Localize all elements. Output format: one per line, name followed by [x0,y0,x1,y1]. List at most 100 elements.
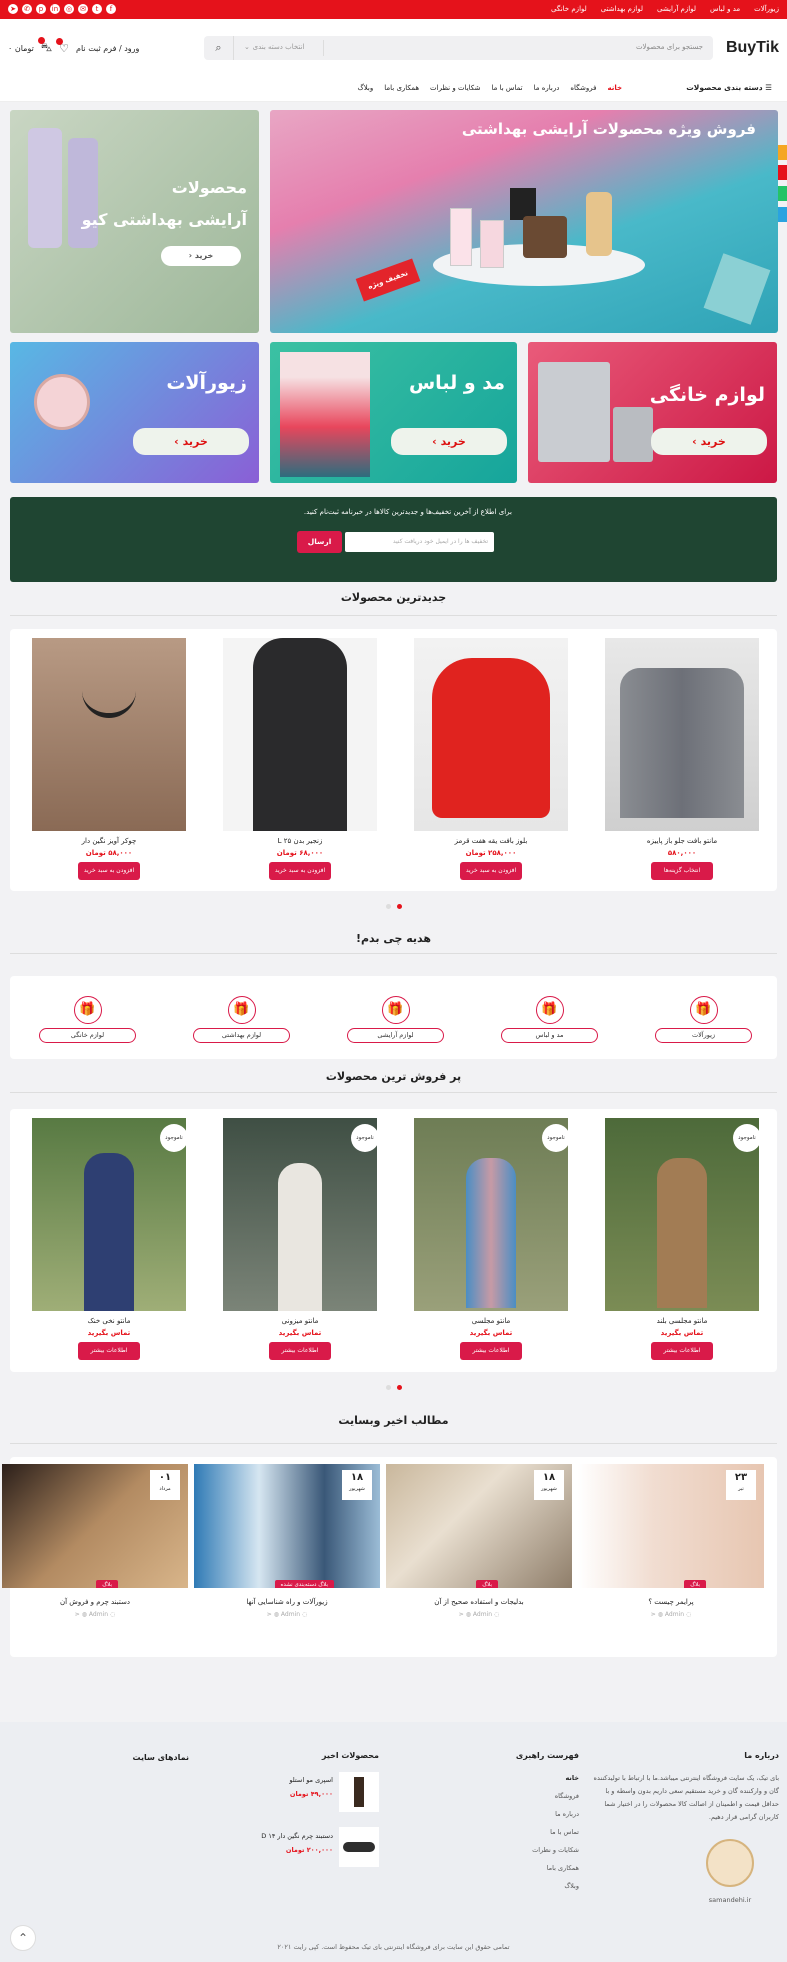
carousel-dot-active[interactable] [396,904,402,909]
twitter-icon[interactable]: t [92,4,102,14]
comments-icon[interactable]: ◍ [82,1611,87,1618]
main-banner[interactable]: فروش ویژه محصولات آرایشی بهداشتی تخفیف و… [270,110,778,333]
gift-category[interactable]: 🎁 لوازم بهداشتی [193,996,290,1043]
home-appliances-banner[interactable]: لوازم خانگی خرید › [528,342,777,483]
product-name[interactable]: مانتو میزونی [223,1317,377,1325]
blog-post-image[interactable]: ۱۸ شهریور بلاگ دسته‌بندی نشده [194,1464,380,1588]
product-card[interactable]: ناموجود مانتو میزونی تماس بگیرید اطلاعات… [223,1118,377,1360]
nav-item-shop[interactable]: فروشگاه [570,84,596,92]
more-info-button[interactable]: اطلاعات بیشتر [460,1342,522,1360]
product-card[interactable]: چوکر آویز نگین دار ۵۸,۰۰۰ تومان افزودن ب… [32,638,186,880]
blog-post-image[interactable]: ۱۸ شهریور بلاگ [386,1464,572,1588]
product-card[interactable]: ناموجود مانتو مجلسی تماس بگیرید اطلاعات … [414,1118,568,1360]
gift-category[interactable]: 🎁 زیورآلات [655,996,752,1043]
whatsapp-icon[interactable]: ✆ [22,4,32,14]
post-title[interactable]: بدلیجات و استفاده صحیح از آن [386,1598,572,1606]
email-icon[interactable]: ✉ [78,4,88,14]
footer-link[interactable]: شکایات و نظرات [532,1846,579,1854]
nav-item-contact[interactable]: تماس با ما [492,84,523,92]
home-buy-button[interactable]: خرید › [651,428,767,455]
post-category-tag[interactable]: بلاگ [684,1580,706,1588]
blog-post-card[interactable]: ۱۸ شهریور بلاگ دسته‌بندی نشده زیورآلات و … [194,1464,380,1618]
scroll-to-top-button[interactable]: ⌃ [10,1925,36,1951]
post-author[interactable]: Admin [89,1611,108,1618]
category-select[interactable]: انتخاب دسته بندی ⌄ [240,40,324,56]
jewelry-banner[interactable]: زیورآلات خرید › [10,342,259,483]
gift-category-label[interactable]: لوازم بهداشتی [193,1028,290,1043]
footer-product-name[interactable]: اسپری مو استلو [289,1776,333,1784]
top-link[interactable]: لوازم بهداشتی [601,5,643,13]
product-name[interactable]: مانتو مجلسی بلند [605,1317,759,1325]
comments-icon[interactable]: ◍ [466,1611,471,1618]
product-image[interactable] [414,638,568,831]
blog-post-card[interactable]: ۱۸ شهریور بلاگ بدلیجات و استفاده صحیح از … [386,1464,572,1618]
gift-category[interactable]: 🎁 مد و لباس [501,996,598,1043]
gift-category[interactable]: 🎁 لوازم خانگی [39,996,136,1043]
post-author[interactable]: Admin [281,1611,300,1618]
product-image[interactable] [223,638,377,831]
wishlist-icon[interactable]: ♡ [56,38,69,55]
product-name[interactable]: چوکر آویز نگین دار [32,837,186,845]
gift-category-label[interactable]: لوازم خانگی [39,1028,136,1043]
newsletter-submit-button[interactable]: ارسال [297,531,342,553]
footer-link[interactable]: درباره ما [532,1810,579,1818]
footer-link[interactable]: فروشگاه [532,1792,579,1800]
carousel-dot[interactable] [385,904,391,909]
post-title[interactable]: پرایمر چیست ؟ [578,1598,764,1606]
cart-total[interactable]: ۰ تومان [8,44,34,53]
top-link[interactable]: لوازم خانگی [551,5,587,13]
product-card[interactable]: بلوز بافت یقه هفت قرمز ۲۵۸,۰۰۰ تومان افز… [414,638,568,880]
post-author[interactable]: Admin [473,1611,492,1618]
product-card[interactable]: ناموجود مانتو مجلسی بلند تماس بگیرید اطل… [605,1118,759,1360]
product-image[interactable]: ناموجود [605,1118,759,1311]
post-author[interactable]: Admin [665,1611,684,1618]
login-register-link[interactable]: ورود / فرم ثبت نام [76,44,139,53]
pinterest-icon[interactable]: p [36,4,46,14]
select-options-button[interactable]: انتخاب گزینه‌ها [651,862,713,880]
nav-item-blog[interactable]: وبلاگ [357,84,373,92]
product-card[interactable]: مانتو بافت جلو باز پاییزه ۵۸۰,۰۰۰ انتخاب… [605,638,759,880]
categories-menu[interactable]: ☰ دسته بندی محصولات [686,83,772,92]
nav-item-about[interactable]: درباره ما [534,84,560,92]
kyo-banner[interactable]: محصولات آرایشی بهداشتی کیو خرید ‹ [10,110,259,333]
product-name[interactable]: مانتو مجلسی [414,1317,568,1325]
site-logo[interactable]: BuyTik [726,39,779,57]
nav-item-cooperation[interactable]: همکاری باما [384,84,419,92]
product-image[interactable]: ناموجود [32,1118,186,1311]
gift-category-label[interactable]: مد و لباس [501,1028,598,1043]
more-info-button[interactable]: اطلاعات بیشتر [269,1342,331,1360]
cart-icon[interactable]: ⛍ [37,37,52,56]
samandehi-badge[interactable] [706,1839,754,1887]
top-link[interactable]: مد و لباس [710,5,740,13]
kyo-buy-button[interactable]: خرید ‹ [161,246,241,266]
fashion-banner[interactable]: مد و لباس خرید › [270,342,517,483]
product-image[interactable]: ناموجود [223,1118,377,1311]
product-name[interactable]: مانتو نخی خنک [32,1317,186,1325]
newsletter-email-input[interactable]: تخفیف ها را در ایمیل خود دریافت کنید [345,532,494,552]
share-icon[interactable]: ⋖ [267,1611,272,1618]
nav-item-home[interactable]: خانه [607,84,622,92]
product-image[interactable] [32,638,186,831]
share-icon[interactable]: ⋖ [651,1611,656,1618]
blog-post-image[interactable]: ۲۳ تیر بلاگ [578,1464,764,1588]
top-link[interactable]: لوازم آرایشی [657,5,696,13]
carousel-dot[interactable] [385,1385,391,1390]
post-title[interactable]: دستبند چرم و فروش آن [2,1598,188,1606]
gift-category-label[interactable]: زیورآلات [655,1028,752,1043]
product-name[interactable]: بلوز بافت یقه هفت قرمز [414,837,568,845]
more-info-button[interactable]: اطلاعات بیشتر [651,1342,713,1360]
post-category-tag[interactable]: بلاگ [96,1580,118,1588]
footer-product-name[interactable]: دستبند چرم نگین دار D ۱۴ [261,1832,333,1840]
post-category-tag[interactable]: بلاگ [476,1580,498,1588]
footer-link[interactable]: وبلاگ [532,1882,579,1890]
search-input[interactable]: جستجو برای محصولات [636,43,703,51]
comments-icon[interactable]: ◍ [274,1611,279,1618]
jewelry-buy-button[interactable]: خرید › [133,428,249,455]
blog-post-image[interactable]: ۰۱ مرداد بلاگ [2,1464,188,1588]
product-image[interactable] [605,638,759,831]
footer-link[interactable]: خانه [532,1774,579,1782]
gift-category-label[interactable]: لوازم آرایشی [347,1028,444,1043]
linkedin-icon[interactable]: in [50,4,60,14]
add-to-cart-button[interactable]: افزودن به سبد خرید [269,862,331,880]
carousel-dot-active[interactable] [396,1385,402,1390]
